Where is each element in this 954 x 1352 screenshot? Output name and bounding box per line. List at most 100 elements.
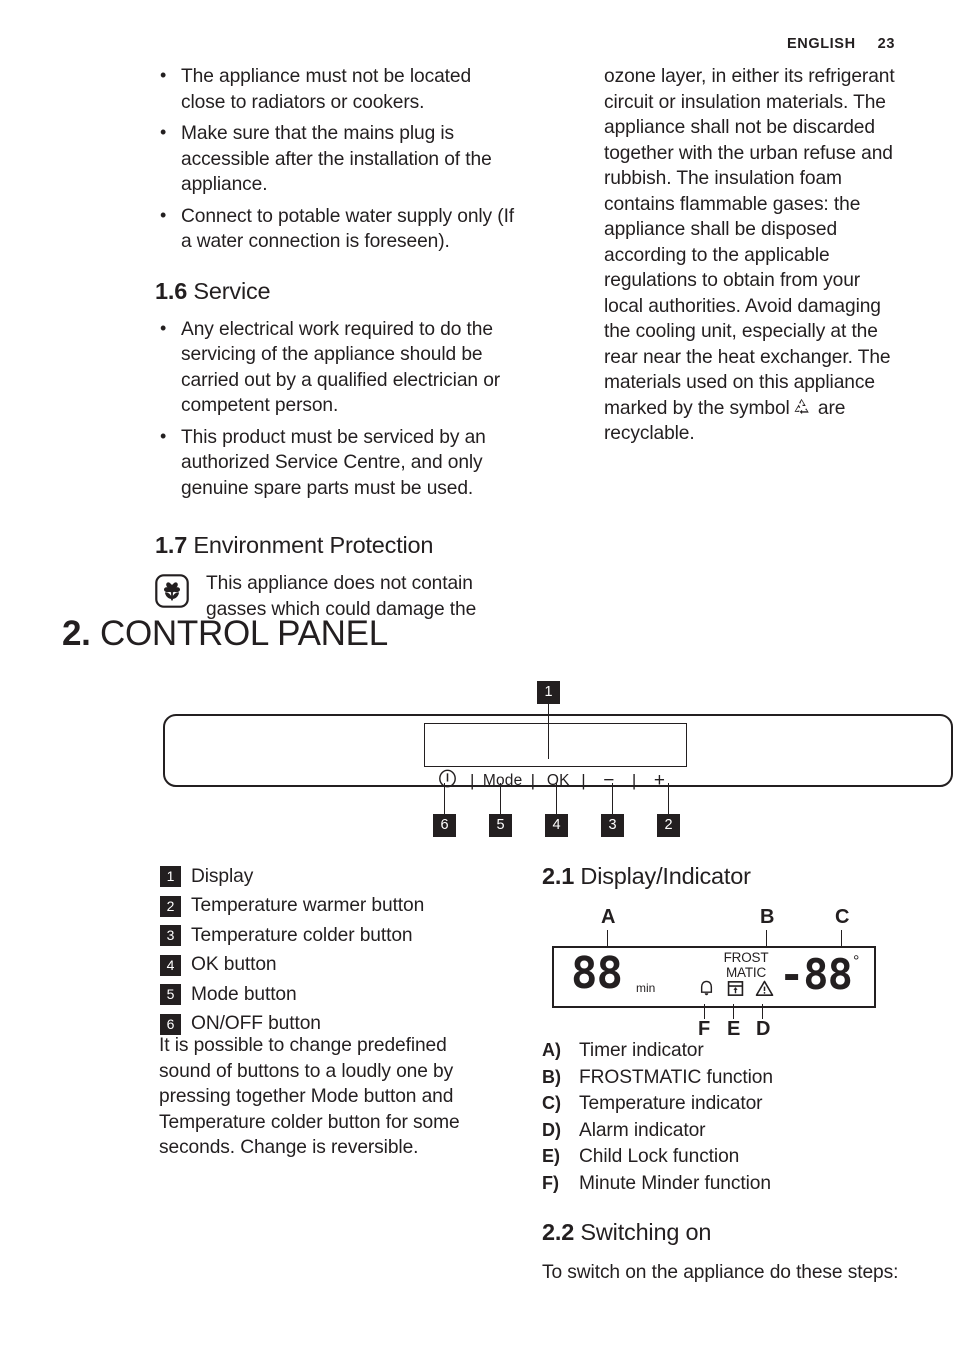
heading-display-indicator: 2.1 Display/Indicator xyxy=(542,862,942,890)
panel-button-row: | Mode | OK | − | + xyxy=(424,768,714,794)
figure-label-d: D xyxy=(756,1018,771,1040)
heading-environment-number: 1.7 xyxy=(155,532,188,558)
heading-service: 1.6 Service xyxy=(155,277,520,305)
safety-bullet-list: The appliance must not be located close … xyxy=(155,63,520,255)
legend-badge-5: 5 xyxy=(160,984,181,1006)
legend-badge-4: 4 xyxy=(160,954,181,976)
degree-symbol: ° xyxy=(853,953,860,970)
display-indicator-figure: A B C 88 min FROST MATIC -88 ° F E D xyxy=(552,906,952,1041)
list-item: C) Temperature indicator xyxy=(542,1093,902,1120)
mode-button[interactable]: Mode xyxy=(475,772,531,790)
header-language: ENGLISH xyxy=(787,36,856,52)
list-item: D) Alarm indicator xyxy=(542,1120,902,1147)
timer-unit-label: min xyxy=(636,981,656,995)
recycle-icon xyxy=(792,398,811,417)
heading-22-title: Switching on xyxy=(580,1219,712,1245)
child-lock-icon xyxy=(726,979,745,1003)
display-indicator-legend: A) Timer indicator B) FROSTMATIC functio… xyxy=(542,1040,902,1199)
list-item: The appliance must not be located close … xyxy=(155,63,520,115)
figure-label-a: A xyxy=(601,906,616,928)
list-item: B) FROSTMATIC function xyxy=(542,1067,902,1094)
callout-4: 4 xyxy=(545,814,568,837)
callout-5: 5 xyxy=(489,814,512,837)
list-item: A) Timer indicator xyxy=(542,1040,902,1067)
lcd-panel: 88 min FROST MATIC -88 ° xyxy=(552,946,876,1008)
callout-6: 6 xyxy=(433,814,456,837)
leader-line xyxy=(500,783,502,814)
power-icon xyxy=(438,769,456,788)
figure-label-b: B xyxy=(760,906,775,928)
temperature-colder-button[interactable]: − xyxy=(586,770,632,792)
callout-3: 3 xyxy=(601,814,624,837)
frostmatic-line-2: MATIC xyxy=(726,964,766,980)
service-bullet-list: Any electrical work required to do the s… xyxy=(155,316,520,502)
temperature-warmer-button[interactable]: + xyxy=(637,770,683,792)
heading-21-number: 2.1 xyxy=(542,863,575,889)
list-item: 4 OK button xyxy=(160,951,500,981)
figure-label-f: F xyxy=(698,1018,711,1040)
section-display-indicator: 2.1 Display/Indicator A B C 88 min FROST… xyxy=(542,862,942,1041)
leader-line xyxy=(704,1004,706,1019)
left-column: The appliance must not be located close … xyxy=(155,63,520,622)
list-item: E) Child Lock function xyxy=(542,1146,902,1173)
legend-label-timer: Timer indicator xyxy=(579,1040,704,1061)
legend-label-minute-minder: Minute Minder function xyxy=(579,1172,771,1194)
list-item: 5 Mode button xyxy=(160,980,500,1010)
legend-label-temp-warmer: Temperature warmer button xyxy=(191,895,425,917)
ozone-text-before: ozone layer, in either its refrigerant c… xyxy=(604,66,895,419)
legend-badge-1: 1 xyxy=(160,866,181,888)
heading-service-number: 1.6 xyxy=(155,277,188,304)
list-item: Any electrical work required to do the s… xyxy=(155,316,520,419)
leader-line xyxy=(612,783,614,814)
leader-line xyxy=(556,783,558,814)
legend-badge-3: 3 xyxy=(160,925,181,947)
flower-icon xyxy=(155,574,189,608)
list-item: Connect to potable water supply only (If… xyxy=(155,203,520,255)
heading-switching-on: 2.2 Switching on xyxy=(542,1218,912,1246)
right-column: ozone layer, in either its refrigerant c… xyxy=(604,64,904,447)
legend-key-f: F) xyxy=(542,1172,559,1193)
list-item: Make sure that the mains plug is accessi… xyxy=(155,120,520,198)
leader-line xyxy=(733,1004,735,1019)
leader-line xyxy=(766,930,768,946)
page-title: 2. CONTROL PANEL xyxy=(62,613,388,655)
switching-on-text: To switch on the appliance do these step… xyxy=(542,1262,899,1283)
page-header: ENGLISH 23 xyxy=(787,36,895,52)
leader-line xyxy=(607,930,609,946)
legend-label-temperature: Temperature indicator xyxy=(579,1093,763,1114)
frostmatic-indicator: FROST MATIC xyxy=(720,951,772,979)
frostmatic-line-1: FROST xyxy=(723,950,769,965)
figure-label-c: C xyxy=(835,906,850,928)
leader-line xyxy=(762,1004,764,1019)
chapter-number: 2. xyxy=(62,614,91,653)
legend-key-d: D) xyxy=(542,1119,561,1140)
list-item: This product must be serviced by an auth… xyxy=(155,424,520,502)
onoff-button[interactable] xyxy=(424,769,470,793)
temperature-indicator: -88 xyxy=(779,950,853,999)
legend-label-display: Display xyxy=(191,865,254,887)
legend-label-child-lock: Child Lock function xyxy=(579,1146,740,1167)
legend-label-alarm: Alarm indicator xyxy=(579,1119,706,1141)
heading-21-title: Display/Indicator xyxy=(580,863,751,889)
list-item: 2 Temperature warmer button xyxy=(160,892,500,922)
control-panel-figure: 1 | Mode | OK | − | + 6 5 4 3 2 xyxy=(163,681,953,846)
leader-line xyxy=(444,783,446,814)
ok-button[interactable]: OK xyxy=(535,772,581,790)
section-switching-on: 2.2 Switching on To switch on the applia… xyxy=(542,1218,912,1286)
ozone-paragraph: ozone layer, in either its refrigerant c… xyxy=(604,64,904,447)
page-number: 23 xyxy=(877,36,895,52)
legend-label-frostmatic: FROSTMATIC function xyxy=(579,1066,773,1088)
heading-service-title: Service xyxy=(193,277,271,304)
legend-key-e: E) xyxy=(542,1146,560,1166)
panel-display-area[interactable] xyxy=(424,723,687,767)
legend-label-temp-colder: Temperature colder button xyxy=(191,924,413,946)
chapter-title: CONTROL PANEL xyxy=(100,614,388,653)
heading-environment-title: Environment Protection xyxy=(193,532,434,558)
legend-badge-6: 6 xyxy=(160,1013,181,1035)
figure-label-e: E xyxy=(727,1018,741,1040)
list-item: F) Minute Minder function xyxy=(542,1173,902,1200)
legend-label-mode: Mode button xyxy=(191,983,297,1005)
timer-indicator: 88 xyxy=(571,948,623,999)
warning-triangle-icon xyxy=(755,979,774,1003)
heading-environment: 1.7 Environment Protection xyxy=(155,531,520,559)
